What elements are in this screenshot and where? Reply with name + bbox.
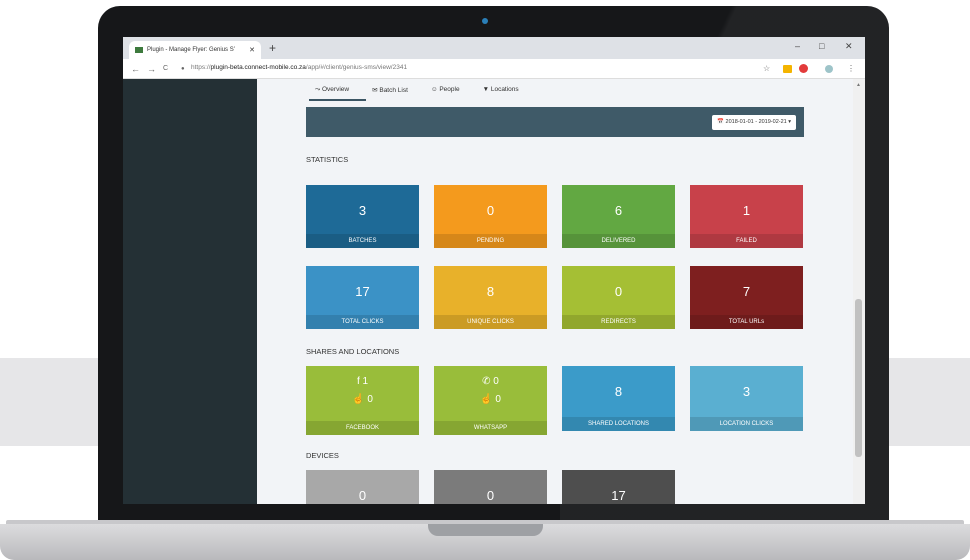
stat-value: 7 [742, 284, 751, 299]
window-close-button[interactable]: ✕ [845, 41, 853, 52]
facebook-shares: f 1 [356, 376, 369, 387]
statistics-title: STATISTICS [306, 155, 349, 164]
shared-locations-value: 8 [614, 384, 623, 399]
browser-menu-icon[interactable]: ⋮ [847, 64, 855, 73]
stat-label: PENDING [434, 234, 547, 248]
adblock-icon[interactable] [799, 64, 808, 73]
bookmark-star-icon[interactable]: ☆ [763, 64, 770, 73]
stat-label: BATCHES [306, 234, 419, 248]
stat-label: TOTAL CLICKS [306, 315, 419, 329]
share-label: LOCATION CLICKS [690, 417, 803, 431]
facebook-clicks: ☝ 0 [352, 394, 373, 405]
browser-tab[interactable]: Plugin - Manage Flyer: Genius S’ ✕ [129, 41, 261, 59]
stat-value: 8 [486, 284, 495, 299]
scroll-up-icon[interactable]: ▲ [856, 82, 861, 88]
stat-tile-pending[interactable]: 0 PENDING [434, 185, 547, 248]
stat-value: 6 [614, 203, 623, 218]
page-tabs: ⤳ Overview ✉ Batch List ☺ People ▼ Locat… [309, 79, 536, 101]
scrollbar-thumb[interactable] [855, 299, 862, 457]
minimize-button[interactable]: – [795, 41, 800, 51]
device-tile[interactable]: 0 [434, 470, 547, 504]
stat-tile-unique-clicks[interactable]: 8 UNIQUE CLICKS [434, 266, 547, 329]
new-tab-button[interactable]: + [269, 41, 276, 55]
sidebar [123, 79, 257, 504]
whatsapp-clicks: ☝ 0 [480, 394, 501, 405]
stat-value: 1 [742, 203, 751, 218]
profile-avatar-icon[interactable] [825, 65, 833, 73]
share-tile-whatsapp[interactable]: ✆ 0 ☝ 0 WHATSAPP [434, 366, 547, 435]
share-tile-shared-locations[interactable]: 8 SHARED LOCATIONS [562, 366, 675, 431]
whatsapp-shares: ✆ 0 [482, 376, 499, 387]
stat-value: 0 [486, 203, 495, 218]
url-domain: plugin-beta.connect-mobile.co.za [210, 64, 306, 71]
camera-icon [482, 18, 488, 24]
extension-icon[interactable] [783, 65, 792, 73]
header-banner: 📅 2018-01-01 - 2019-02-21 ▾ [306, 107, 804, 137]
stat-tile-redirects[interactable]: 0 REDIRECTS [562, 266, 675, 329]
lock-icon: ● [181, 66, 185, 72]
devices-title: DEVICES [306, 451, 339, 460]
url-prefix: https:// [191, 64, 211, 71]
tab-people[interactable]: ☺ People [425, 79, 477, 101]
laptop-notch [428, 524, 543, 536]
tab-close-icon[interactable]: ✕ [249, 46, 255, 54]
stat-tile-delivered[interactable]: 6 DELIVERED [562, 185, 675, 248]
date-range-picker[interactable]: 📅 2018-01-01 - 2019-02-21 ▾ [712, 115, 796, 130]
favicon-icon [135, 47, 143, 53]
stat-label: REDIRECTS [562, 315, 675, 329]
tab-title: Plugin - Manage Flyer: Genius S’ [147, 47, 236, 53]
stat-tile-total-urls[interactable]: 7 TOTAL URLs [690, 266, 803, 329]
device-tile[interactable]: 0 [306, 470, 419, 504]
stat-tile-batches[interactable]: 3 BATCHES [306, 185, 419, 248]
device-value: 0 [358, 488, 367, 503]
stat-label: DELIVERED [562, 234, 675, 248]
share-label: SHARED LOCATIONS [562, 417, 675, 431]
share-label: FACEBOOK [306, 421, 419, 435]
stat-label: FAILED [690, 234, 803, 248]
stat-tile-failed[interactable]: 1 FAILED [690, 185, 803, 248]
tab-batch-list[interactable]: ✉ Batch List [366, 79, 425, 101]
address-bar: ← → C ● https://plugin-beta.connect-mobi… [123, 59, 865, 79]
share-tile-location-clicks[interactable]: 3 LOCATION CLICKS [690, 366, 803, 431]
stat-value: 3 [358, 203, 367, 218]
calendar-icon: 📅 [717, 119, 725, 125]
screen: Plugin - Manage Flyer: Genius S’ ✕ + – □… [123, 37, 865, 504]
url-path: /app/#/client/genius-sms/view/2341 [305, 64, 408, 71]
shares-title: SHARES AND LOCATIONS [306, 347, 400, 356]
reload-button[interactable]: C [163, 65, 168, 72]
laptop-mockup: Plugin - Manage Flyer: Genius S’ ✕ + – □… [0, 0, 970, 560]
browser-tabbar: Plugin - Manage Flyer: Genius S’ ✕ + – □… [123, 37, 865, 59]
stat-value: 17 [355, 284, 370, 299]
share-label: WHATSAPP [434, 421, 547, 435]
url-field[interactable]: https://plugin-beta.connect-mobile.co.za… [191, 64, 407, 71]
device-tile[interactable]: 17 [562, 470, 675, 504]
device-value: 0 [486, 488, 495, 503]
stat-label: TOTAL URLs [690, 315, 803, 329]
device-value: 17 [611, 488, 626, 503]
maximize-button[interactable]: □ [819, 41, 824, 51]
stat-value: 0 [614, 284, 623, 299]
forward-button[interactable]: → [147, 64, 156, 74]
tab-locations[interactable]: ▼ Locations [477, 79, 536, 101]
tab-overview[interactable]: ⤳ Overview [309, 79, 367, 101]
date-range-label: 2018-01-01 - 2019-02-21 ▾ [725, 119, 791, 125]
back-button[interactable]: ← [131, 64, 140, 74]
location-clicks-value: 3 [742, 384, 751, 399]
share-tile-facebook[interactable]: f 1 ☝ 0 FACEBOOK [306, 366, 419, 435]
stat-label: UNIQUE CLICKS [434, 315, 547, 329]
main-content: ⤳ Overview ✉ Batch List ☺ People ▼ Locat… [257, 79, 853, 504]
stat-tile-total-clicks[interactable]: 17 TOTAL CLICKS [306, 266, 419, 329]
